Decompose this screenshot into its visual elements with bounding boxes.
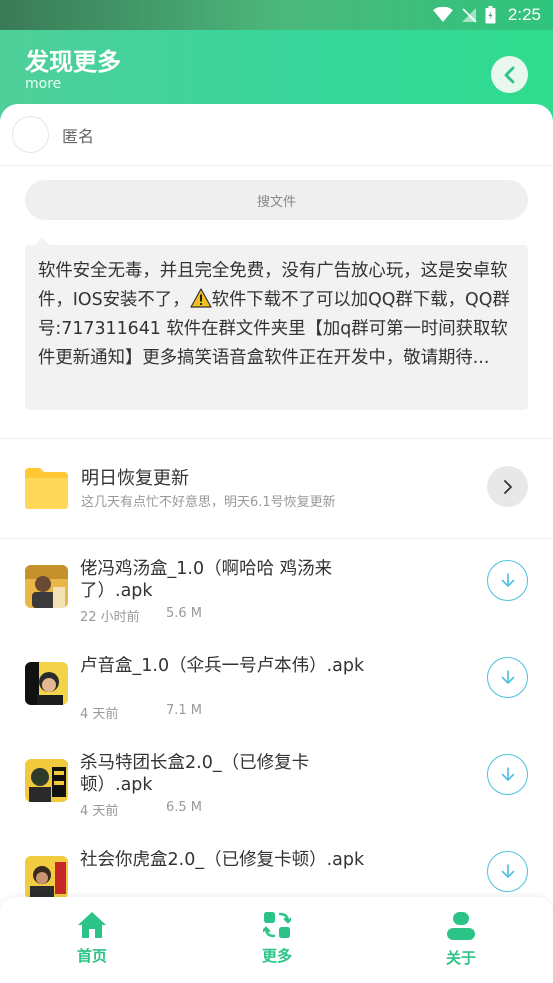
- search-input[interactable]: 搜文件: [25, 180, 528, 220]
- no-signal-icon: [461, 8, 477, 23]
- download-icon: [501, 572, 514, 587]
- bottom-tab-bar: 首页 更多 关于: [0, 897, 553, 983]
- download-icon: [501, 863, 514, 878]
- file-thumbnail: [25, 565, 68, 608]
- download-button[interactable]: [487, 851, 528, 892]
- download-button[interactable]: [487, 754, 528, 795]
- file-meta: 22 小时前 5.6 M: [80, 606, 202, 625]
- battery-icon: [485, 6, 496, 24]
- back-button[interactable]: [491, 56, 528, 93]
- page-subtitle: more: [25, 76, 62, 92]
- tab-about[interactable]: 关于: [431, 911, 491, 971]
- chevron-left-icon: [504, 66, 514, 83]
- file-thumbnail: [25, 759, 68, 802]
- download-button[interactable]: [487, 657, 528, 698]
- avatar[interactable]: [12, 116, 49, 153]
- tab-label: 关于: [445, 949, 476, 967]
- file-time: 4 天前: [80, 707, 119, 722]
- file-size: 7.1 M: [166, 703, 203, 718]
- content-card: 匿名 搜文件 软件安全无毒，并且完全免费，没有广告放心玩，这是安卓软件，IOS安…: [0, 104, 553, 983]
- file-name: 杀马特团长盒2.0_（已修复卡顿）.apk: [80, 753, 310, 795]
- divider: [0, 438, 553, 439]
- folder-icon: [25, 468, 68, 509]
- file-name: 社会你虎盒2.0_（已修复卡顿）.apk: [80, 850, 365, 870]
- page-title: 发现更多: [25, 48, 121, 76]
- file-name: 卢音盒_1.0（伞兵一号卢本伟）.apk: [80, 656, 365, 676]
- file-item[interactable]: 佬冯鸡汤盒_1.0（啊哈哈 鸡汤来了）.apk 22 小时前 5.6 M: [0, 545, 553, 642]
- file-thumbnail: [25, 856, 68, 899]
- file-name: 佬冯鸡汤盒_1.0（啊哈哈 鸡汤来了）.apk: [80, 559, 333, 601]
- file-item[interactable]: 卢音盒_1.0（伞兵一号卢本伟）.apk 4 天前 7.1 M: [0, 642, 553, 739]
- file-meta: 4 天前 6.5 M: [80, 800, 202, 819]
- status-time: 2:25: [507, 5, 541, 24]
- tab-label: 更多: [261, 947, 292, 965]
- notice-box: 软件安全无毒，并且完全免费，没有广告放心玩，这是安卓软件，IOS安装不了， 软件下…: [25, 245, 528, 410]
- search-placeholder: 搜文件: [256, 194, 296, 210]
- user-row[interactable]: 匿名: [0, 104, 553, 166]
- download-icon: [501, 669, 514, 684]
- file-size: 5.6 M: [166, 606, 203, 621]
- folder-subtitle: 这几天有点忙不好意思，明天6.1号恢复更新: [81, 495, 336, 510]
- download-button[interactable]: [487, 560, 528, 601]
- home-icon: [78, 912, 106, 938]
- chevron-right-icon: [503, 479, 512, 494]
- user-name: 匿名: [62, 127, 95, 146]
- file-time: 4 天前: [80, 804, 119, 819]
- tab-more[interactable]: 更多: [247, 911, 307, 971]
- download-icon: [501, 766, 514, 781]
- folder-item[interactable]: 明日恢复更新 这几天有点忙不好意思，明天6.1号恢复更新: [0, 450, 553, 536]
- wifi-icon: [432, 7, 453, 22]
- divider: [0, 538, 553, 539]
- folder-title: 明日恢复更新: [81, 468, 189, 489]
- swap-icon: [263, 912, 291, 938]
- file-time: 22 小时前: [80, 610, 140, 625]
- user-icon: [447, 912, 475, 940]
- tab-label: 首页: [76, 947, 107, 965]
- warning-icon: [189, 288, 212, 308]
- file-meta: 4 天前 7.1 M: [80, 703, 202, 722]
- file-size: 6.5 M: [166, 800, 203, 815]
- file-item[interactable]: 杀马特团长盒2.0_（已修复卡顿）.apk 4 天前 6.5 M: [0, 739, 553, 836]
- tab-home[interactable]: 首页: [62, 911, 122, 971]
- file-thumbnail: [25, 662, 68, 705]
- open-folder-button[interactable]: [487, 466, 528, 507]
- status-bar: 2:25: [0, 0, 553, 30]
